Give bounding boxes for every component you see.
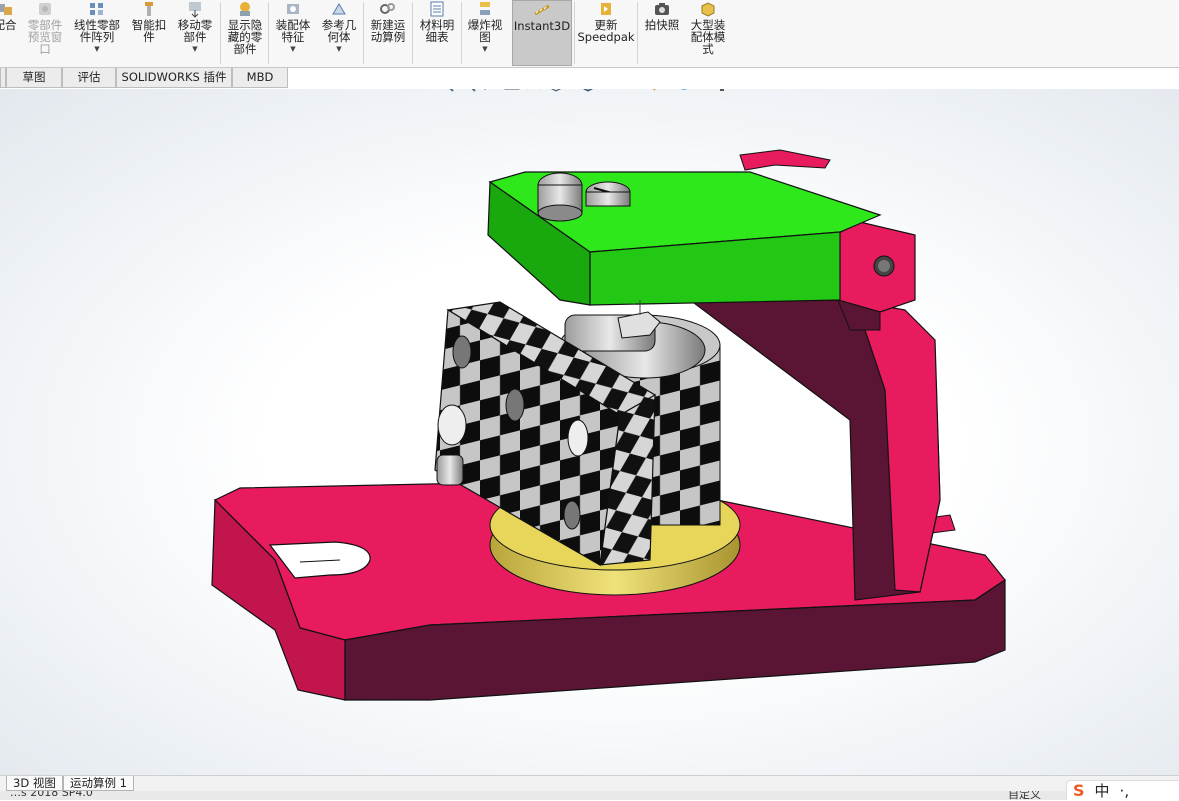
ribbon-separator (363, 2, 364, 64)
linear-pattern-icon (90, 3, 103, 15)
sogou-logo-icon[interactable]: S (1073, 781, 1085, 800)
tab-evaluate[interactable]: 评估 (62, 68, 116, 88)
smart-fastener-icon (145, 2, 153, 16)
show-hidden-components-button[interactable]: 显示隐 藏的零 部件 (222, 0, 268, 66)
move-component-icon (189, 2, 201, 18)
mate-icon (0, 4, 12, 15)
smart-fasteners-button[interactable]: 智能扣 件 (126, 0, 172, 66)
motion-study-icon (380, 3, 395, 14)
tab-solidworks-addins[interactable]: SOLIDWORKS 插件 (116, 68, 232, 88)
tab-sketch[interactable]: 草图 (6, 68, 62, 88)
chevron-down-icon[interactable]: ▼ (336, 45, 341, 53)
assembly-model[interactable] (0, 89, 1179, 775)
camera-icon (655, 3, 669, 15)
assembly-features-icon (287, 4, 299, 14)
mate-label: 配合 (0, 18, 17, 32)
move-component-label: 移动零 部件 (177, 18, 213, 44)
exploded-view-label: 爆炸视 图 (467, 18, 503, 44)
chevron-down-icon[interactable]: ▼ (290, 45, 295, 53)
reference-geometry-button[interactable]: 参考几 何体 ▼ (316, 0, 362, 66)
instant3d-icon (534, 4, 550, 16)
tab-mbd[interactable]: MBD (232, 68, 288, 88)
bill-of-materials-button[interactable]: 材料明 细表 (414, 0, 460, 66)
graphics-area[interactable]: ▼ ▼ ▼ ▼ ▼ ▼ (0, 89, 1179, 775)
ime-language-toggle[interactable]: 中 (1095, 780, 1110, 801)
large-assembly-icon (701, 2, 715, 17)
ime-punctuation-toggle[interactable]: ·, (1120, 782, 1130, 800)
tab-motion-study-1[interactable]: 运动算例 1 (63, 776, 134, 791)
large-assembly-mode-label: 大型装 配体模 式 (690, 18, 726, 56)
ribbon-separator (220, 2, 221, 64)
mate-button[interactable]: 配合 (0, 0, 20, 66)
assembly-features-label: 装配体 特征 (275, 18, 311, 44)
new-motion-study-label: 新建运 动算例 (370, 18, 406, 44)
instant3d-label: Instant3D (513, 19, 571, 33)
ime-toolbar[interactable]: S 中 ·, (1066, 780, 1179, 800)
component-preview-button[interactable]: 零部件 预览窗 口 (20, 0, 70, 66)
exploded-view-button[interactable]: 爆炸视 图 ▼ (462, 0, 508, 66)
move-component-button[interactable]: 移动零 部件 ▼ (172, 0, 218, 66)
update-speedpak-button[interactable]: 更新 Speedpak (576, 0, 636, 66)
tab-3d-view[interactable]: 3D 视图 (6, 776, 63, 791)
bom-icon (430, 1, 444, 17)
instant3d-button[interactable]: Instant3D (512, 0, 572, 66)
speedpak-icon (601, 3, 611, 15)
ribbon-separator (412, 2, 413, 64)
linear-pattern-label: 线性零部 件阵列 (74, 18, 120, 44)
status-bar: …s 2018 SP4.0 自定义 (0, 791, 1179, 800)
assembly-features-button[interactable]: 装配体 特征 ▼ (270, 0, 316, 66)
linear-pattern-button[interactable]: 线性零部 件阵列 ▼ (70, 0, 124, 66)
reference-geometry-icon (332, 3, 346, 15)
ribbon-separator (637, 2, 638, 64)
update-speedpak-label: 更新 Speedpak (577, 18, 635, 44)
chevron-down-icon[interactable]: ▼ (482, 45, 487, 53)
command-manager-tabs: 草图 评估 SOLIDWORKS 插件 MBD (0, 68, 1179, 89)
bill-of-materials-label: 材料明 细表 (419, 18, 455, 44)
reference-geometry-label: 参考几 何体 (321, 18, 357, 44)
component-preview-icon (39, 3, 51, 15)
command-manager-ribbon: 配合 零部件 预览窗 口 线性零部 件阵列 ▼ 智能扣 件 移动零 部件 ▼ 显… (0, 0, 1179, 68)
take-snapshot-label: 拍快照 (644, 18, 680, 32)
status-custom-text[interactable]: 自定义 (1008, 791, 1041, 800)
smart-fasteners-label: 智能扣 件 (131, 18, 167, 44)
chevron-down-icon[interactable]: ▼ (94, 45, 99, 53)
status-version-text: …s 2018 SP4.0 (10, 791, 93, 799)
ribbon-separator (268, 2, 269, 64)
component-preview-label: 零部件 预览窗 口 (27, 18, 63, 56)
show-hidden-components-label: 显示隐 藏的零 部件 (227, 18, 263, 56)
new-motion-study-button[interactable]: 新建运 动算例 (365, 0, 411, 66)
take-snapshot-button[interactable]: 拍快照 (639, 0, 685, 66)
ribbon-separator (574, 2, 575, 64)
exploded-view-icon (480, 2, 490, 15)
large-assembly-mode-button[interactable]: 大型装 配体模 式 (685, 0, 731, 66)
chevron-down-icon[interactable]: ▼ (192, 45, 197, 53)
top-clamp-plate[interactable] (487, 171, 882, 306)
show-hidden-icon (240, 2, 250, 16)
bottom-view-tabs: 3D 视图 运动算例 1 (0, 775, 1179, 792)
